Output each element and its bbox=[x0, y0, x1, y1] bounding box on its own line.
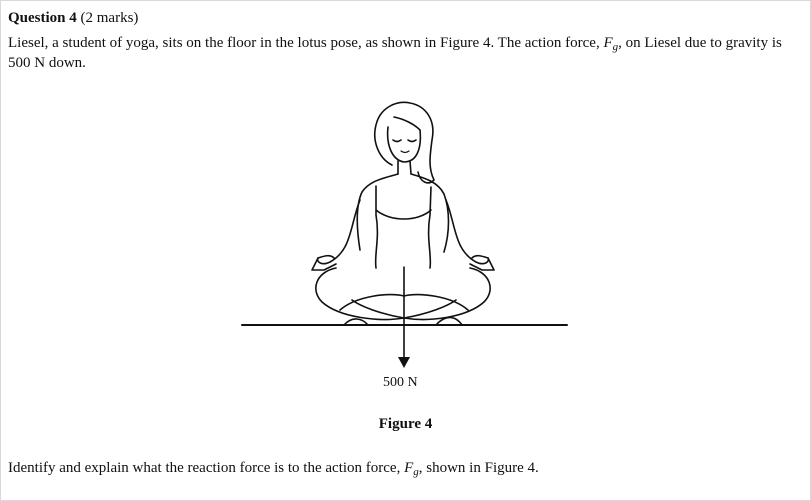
question-number: Question 4 bbox=[8, 10, 77, 26]
force-symbol: Fg bbox=[603, 35, 618, 53]
prompt-force-symbol-letter: F bbox=[404, 460, 414, 476]
prompt-force-symbol: Fg bbox=[404, 460, 419, 478]
prompt-text-end: , shown in Figure 4. bbox=[418, 460, 539, 476]
question-marks: (2 marks) bbox=[80, 10, 139, 26]
question-prompt: Identify and explain what the reaction f… bbox=[8, 458, 539, 478]
figure-caption: Figure 4 bbox=[378, 416, 433, 432]
question-stem: Liesel, a student of yoga, sits on the f… bbox=[8, 33, 803, 73]
force-magnitude-label: 500 N bbox=[383, 375, 418, 390]
force-symbol-letter: F bbox=[603, 35, 613, 51]
prompt-text-start: Identify and explain what the reaction f… bbox=[8, 460, 405, 476]
stem-text-start: Liesel, a student of yoga, sits on the f… bbox=[8, 35, 604, 51]
question-header: Question 4 (2 marks) bbox=[8, 9, 138, 27]
